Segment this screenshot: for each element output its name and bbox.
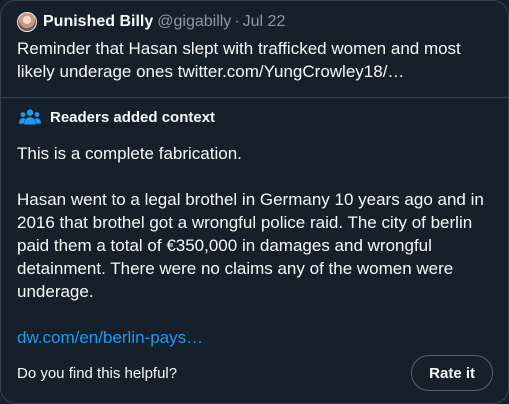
author-handle[interactable]: @gigabilly <box>157 13 231 31</box>
context-header: Readers added context <box>17 106 492 128</box>
author-name[interactable]: Punished Billy <box>43 13 153 31</box>
context-body: This is a complete fabrication. Hasan we… <box>17 142 492 303</box>
separator-dot: · <box>234 13 240 30</box>
source-link[interactable]: dw.com/en/berlin-pays… <box>17 326 492 349</box>
context-paragraph: Hasan went to a legal brothel in Germany… <box>17 190 484 301</box>
community-note-card: Punished Billy @gigabilly · Jul 22 Remin… <box>0 0 509 404</box>
people-icon <box>19 109 41 125</box>
tweet-date[interactable]: Jul 22 <box>243 13 286 31</box>
context-paragraph: This is a complete fabrication. <box>17 144 242 163</box>
tweet-header: Punished Billy @gigabilly · Jul 22 <box>17 11 492 33</box>
rate-it-button[interactable]: Rate it <box>411 355 493 391</box>
helpful-footer: Do you find this helpful? Rate it <box>17 355 493 391</box>
readers-context: Readers added context This is a complete… <box>1 98 508 349</box>
avatar[interactable] <box>17 12 37 32</box>
tweet-text: Reminder that Hasan slept with trafficke… <box>17 39 461 81</box>
helpful-question: Do you find this helpful? <box>17 364 178 382</box>
context-title: Readers added context <box>50 108 216 126</box>
quoted-tweet[interactable]: Punished Billy @gigabilly · Jul 22 Remin… <box>1 1 508 97</box>
